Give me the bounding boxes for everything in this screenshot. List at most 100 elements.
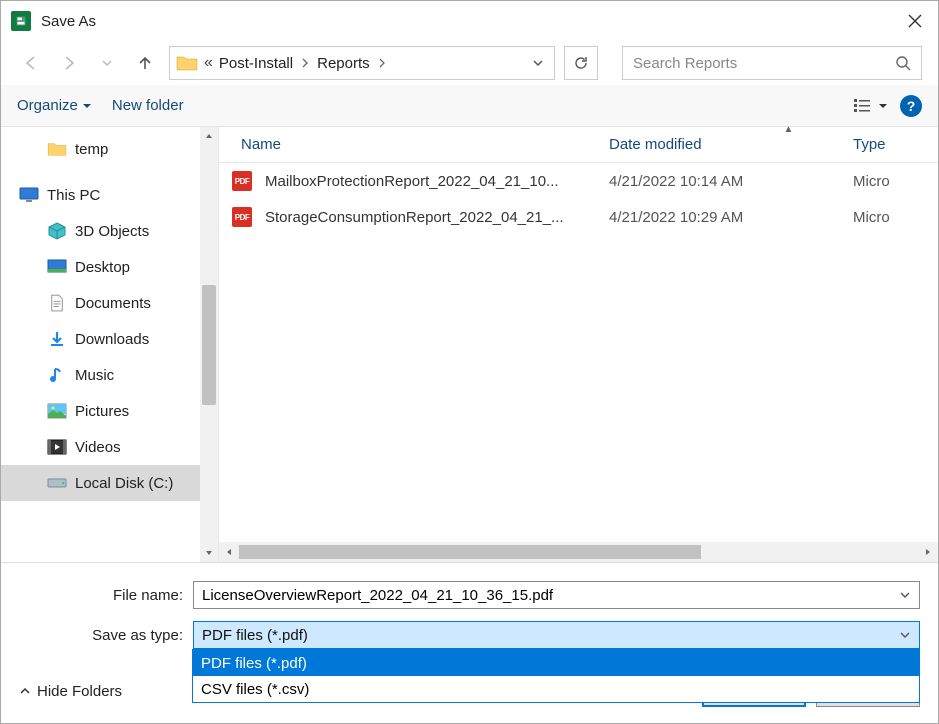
caret-down-icon [878, 101, 888, 111]
address-bar[interactable]: « Post-Install Reports [169, 46, 555, 80]
chevron-right-icon [376, 58, 388, 68]
sidebar-scrollbar[interactable] [200, 127, 218, 562]
column-type[interactable]: Type [853, 136, 938, 153]
scroll-down-icon[interactable] [200, 544, 218, 562]
new-folder-label: New folder [112, 97, 184, 114]
scroll-left-icon[interactable] [219, 547, 239, 557]
tree-item-desktop[interactable]: Desktop [1, 249, 218, 285]
help-button[interactable]: ? [900, 95, 922, 117]
organize-label: Organize [17, 97, 78, 114]
horizontal-scrollbar[interactable] [219, 542, 938, 562]
up-button[interactable] [131, 49, 159, 77]
download-icon [47, 330, 67, 348]
search-input[interactable] [633, 55, 895, 72]
search-box[interactable] [622, 46, 922, 80]
nav-row: « Post-Install Reports [1, 41, 938, 85]
file-name: StorageConsumptionReport_2022_04_21_... [265, 209, 609, 226]
save-form: File name: Save as type: PDF files (*.pd… [1, 563, 938, 661]
caret-down-icon [82, 101, 92, 111]
saveastype-label: Save as type: [19, 627, 193, 644]
refresh-button[interactable] [564, 46, 598, 80]
arrow-left-icon [22, 54, 40, 72]
tree-label: temp [75, 141, 108, 158]
recent-button[interactable] [93, 49, 121, 77]
tree-label: Local Disk (C:) [75, 475, 173, 492]
save-as-dialog: Save As « Post-Install Reports [0, 0, 939, 724]
chevron-down-icon[interactable] [899, 589, 911, 601]
tree-item-documents[interactable]: Documents [1, 285, 218, 321]
filetype-option[interactable]: CSV files (*.csv) [193, 676, 919, 702]
scroll-up-icon[interactable] [200, 127, 218, 145]
tree-label: Music [75, 367, 114, 384]
tree-item-3d-objects[interactable]: 3D Objects [1, 213, 218, 249]
forward-button[interactable] [55, 49, 83, 77]
tree-item-downloads[interactable]: Downloads [1, 321, 218, 357]
filename-field[interactable] [193, 581, 920, 609]
folder-icon [47, 140, 67, 158]
tree-label: Videos [75, 439, 121, 456]
close-button[interactable] [892, 1, 938, 41]
desktop-icon [47, 258, 67, 276]
file-date: 4/21/2022 10:14 AM [609, 173, 853, 190]
scrollbar-thumb[interactable] [202, 285, 216, 405]
window-title: Save As [41, 13, 96, 30]
app-icon [11, 11, 31, 31]
hide-folders-label: Hide Folders [37, 683, 122, 700]
file-row[interactable]: PDF MailboxProtectionReport_2022_04_21_1… [219, 163, 938, 199]
tree-label: Pictures [75, 403, 129, 420]
column-date[interactable]: Date modified [609, 136, 853, 153]
tree-item-temp[interactable]: temp [1, 131, 218, 167]
saveastype-dropdown: PDF files (*.pdf) CSV files (*.csv) [192, 649, 920, 703]
back-button[interactable] [17, 49, 45, 77]
filename-input[interactable] [202, 587, 899, 604]
file-row[interactable]: PDF StorageConsumptionReport_2022_04_21_… [219, 199, 938, 235]
tree-label: 3D Objects [75, 223, 149, 240]
saveastype-value: PDF files (*.pdf) [202, 627, 308, 644]
close-icon [908, 14, 922, 28]
help-icon: ? [907, 98, 916, 114]
tree-label: Documents [75, 295, 151, 312]
tree-item-videos[interactable]: Videos [1, 429, 218, 465]
tree-item-pictures[interactable]: Pictures [1, 393, 218, 429]
tree-label: Desktop [75, 259, 130, 276]
music-icon [47, 366, 67, 384]
chevron-up-icon [19, 685, 31, 697]
column-name[interactable]: Name [219, 136, 609, 153]
monitor-icon [19, 186, 39, 204]
address-dropdown[interactable] [532, 57, 548, 69]
scrollbar-thumb[interactable] [239, 545, 701, 559]
nav-tree: temp This PC 3D Objects Desktop Doc [1, 127, 219, 562]
chevron-down-icon [899, 629, 911, 641]
view-button[interactable] [854, 98, 888, 114]
saveastype-combo[interactable]: PDF files (*.pdf) [193, 621, 920, 649]
tree-item-this-pc[interactable]: This PC [1, 177, 218, 213]
tree-item-local-disk[interactable]: Local Disk (C:) [1, 465, 218, 501]
chevron-down-icon [101, 57, 113, 69]
scroll-right-icon[interactable] [918, 547, 938, 557]
file-type: Micro [853, 209, 938, 226]
folder-icon [176, 54, 198, 72]
arrow-right-icon [60, 54, 78, 72]
hide-folders-toggle[interactable]: Hide Folders [19, 683, 122, 700]
pdf-icon: PDF [232, 207, 252, 227]
cube-icon [47, 222, 67, 240]
tree-item-music[interactable]: Music [1, 357, 218, 393]
column-headers: Name Date modified Type [219, 127, 938, 163]
new-folder-button[interactable]: New folder [112, 97, 184, 114]
filetype-option[interactable]: PDF files (*.pdf) [193, 650, 919, 676]
breadcrumb-seg1[interactable]: Post-Install [219, 55, 293, 72]
search-icon [895, 55, 911, 71]
main-area: temp This PC 3D Objects Desktop Doc [1, 127, 938, 563]
toolbar: Organize New folder ? [1, 85, 938, 127]
file-type: Micro [853, 173, 938, 190]
file-list: PDF MailboxProtectionReport_2022_04_21_1… [219, 163, 938, 542]
tree-label: Downloads [75, 331, 149, 348]
breadcrumb-seg2[interactable]: Reports [317, 55, 370, 72]
refresh-icon [573, 55, 589, 71]
drive-icon [47, 474, 67, 492]
titlebar: Save As [1, 1, 938, 41]
breadcrumb-ellipsis[interactable]: « [204, 54, 213, 72]
organize-button[interactable]: Organize [17, 97, 92, 114]
tree-label: This PC [47, 187, 100, 204]
arrow-up-icon [136, 54, 154, 72]
